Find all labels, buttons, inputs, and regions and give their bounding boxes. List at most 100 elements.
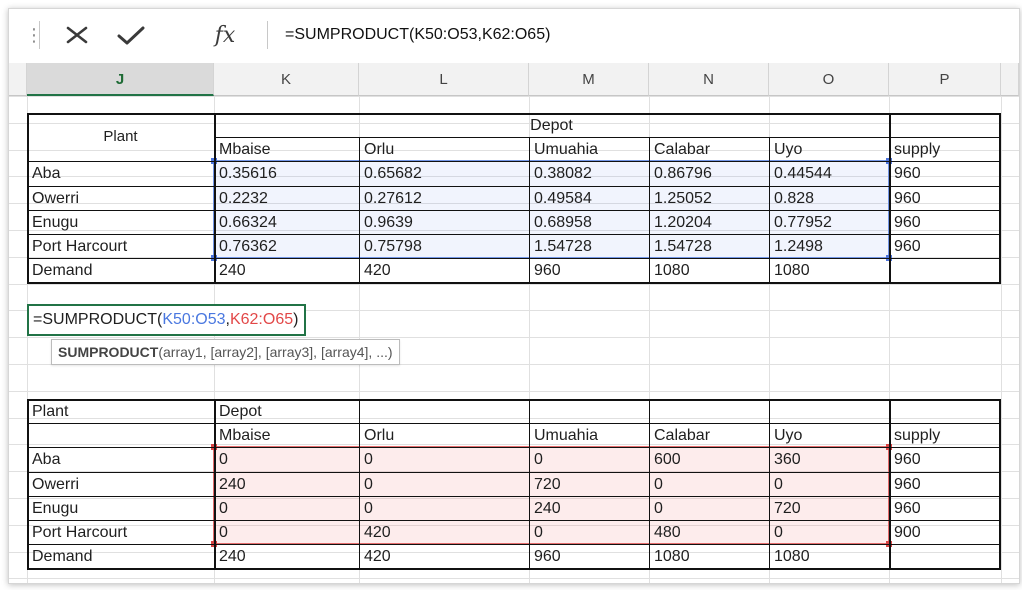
value-cell[interactable]: 0 bbox=[769, 520, 889, 546]
supply-cell[interactable]: 960 bbox=[889, 234, 1001, 260]
value-cell[interactable]: 0 bbox=[649, 472, 769, 498]
value-cell[interactable]: 480 bbox=[649, 520, 769, 546]
plant-header[interactable]: Plant bbox=[27, 124, 214, 150]
value-cell[interactable]: 0.77952 bbox=[769, 210, 889, 236]
tooltip-function-name[interactable]: SUMPRODUCT bbox=[58, 344, 158, 360]
supply-header[interactable]: supply bbox=[889, 137, 1001, 163]
demand-cell[interactable]: 240 bbox=[214, 258, 359, 284]
plant-name-cell[interactable]: Port Harcourt bbox=[27, 520, 214, 546]
depot-name-cell[interactable]: Orlu bbox=[359, 137, 529, 163]
value-cell[interactable]: 420 bbox=[359, 520, 529, 546]
demand-label[interactable]: Demand bbox=[27, 258, 214, 284]
demand-cell[interactable]: 420 bbox=[359, 544, 529, 570]
value-cell[interactable]: 0.35616 bbox=[214, 161, 359, 187]
demand-cell[interactable]: 1080 bbox=[649, 258, 769, 284]
supply-cell[interactable]: 960 bbox=[889, 210, 1001, 236]
value-cell[interactable]: 0 bbox=[529, 447, 649, 473]
value-cell[interactable]: 720 bbox=[769, 496, 889, 522]
supply-cell[interactable]: 960 bbox=[889, 161, 1001, 187]
value-cell[interactable]: 0 bbox=[769, 472, 889, 498]
depot-name-cell[interactable]: Mbaise bbox=[214, 423, 359, 449]
value-cell[interactable]: 0.76362 bbox=[214, 234, 359, 260]
value-cell[interactable]: 0 bbox=[359, 447, 529, 473]
cell-grid[interactable]: J K L M N O P Plant Depot Mbaise Orlu Umuahia Calaba… bbox=[9, 9, 1019, 583]
value-cell[interactable]: 240 bbox=[529, 496, 649, 522]
column-header-p[interactable]: P bbox=[889, 63, 1001, 96]
value-cell[interactable]: 240 bbox=[214, 472, 359, 498]
depot-name-cell[interactable]: Calabar bbox=[649, 423, 769, 449]
demand-cell[interactable]: 420 bbox=[359, 258, 529, 284]
plant-header[interactable]: Plant bbox=[27, 399, 214, 425]
function-tooltip[interactable]: SUMPRODUCT(array1, [array2], [array3], [… bbox=[51, 339, 400, 365]
value-cell[interactable]: 0 bbox=[359, 496, 529, 522]
depot-name-cell[interactable]: Orlu bbox=[359, 423, 529, 449]
value-cell[interactable]: 0 bbox=[214, 496, 359, 522]
active-cell-editor[interactable]: =SUMPRODUCT(K50:O53,K62:O65) bbox=[27, 304, 307, 336]
value-cell[interactable]: 0.65682 bbox=[359, 161, 529, 187]
range-ref-blue: K50:O53 bbox=[162, 311, 226, 328]
column-header-o[interactable]: O bbox=[769, 63, 889, 96]
value-cell[interactable]: 0.828 bbox=[769, 186, 889, 212]
value-cell[interactable]: 1.2498 bbox=[769, 234, 889, 260]
value-cell[interactable]: 600 bbox=[649, 447, 769, 473]
depot-name-cell[interactable]: Umuahia bbox=[529, 423, 649, 449]
column-header-m[interactable]: M bbox=[529, 63, 649, 96]
select-all-corner[interactable] bbox=[9, 63, 27, 96]
value-cell[interactable]: 0.75798 bbox=[359, 234, 529, 260]
supply-cell[interactable]: 960 bbox=[889, 472, 1001, 498]
gridline bbox=[9, 391, 1019, 392]
depot-name-cell[interactable]: Uyo bbox=[769, 423, 889, 449]
value-cell[interactable]: 1.20204 bbox=[649, 210, 769, 236]
demand-cell[interactable]: 960 bbox=[529, 258, 649, 284]
depot-name-cell[interactable]: Calabar bbox=[649, 137, 769, 163]
value-cell[interactable]: 720 bbox=[529, 472, 649, 498]
depot-header[interactable]: Depot bbox=[214, 399, 359, 425]
plant-name-cell[interactable]: Enugu bbox=[27, 496, 214, 522]
column-header-n[interactable]: N bbox=[649, 63, 769, 96]
value-cell[interactable]: 0.66324 bbox=[214, 210, 359, 236]
demand-cell[interactable]: 240 bbox=[214, 544, 359, 570]
demand-cell[interactable]: 1080 bbox=[649, 544, 769, 570]
value-cell[interactable]: 0.27612 bbox=[359, 186, 529, 212]
plant-name-cell[interactable]: Owerri bbox=[27, 186, 214, 212]
value-cell[interactable]: 1.25052 bbox=[649, 186, 769, 212]
value-cell[interactable]: 0.9639 bbox=[359, 210, 529, 236]
value-cell[interactable]: 0 bbox=[214, 447, 359, 473]
plant-name-cell[interactable]: Port Harcourt bbox=[27, 234, 214, 260]
value-cell[interactable]: 360 bbox=[769, 447, 889, 473]
value-cell[interactable]: 0 bbox=[529, 520, 649, 546]
plant-name-cell[interactable]: Aba bbox=[27, 447, 214, 473]
column-header-k[interactable]: K bbox=[214, 63, 359, 96]
supply-cell[interactable]: 960 bbox=[889, 186, 1001, 212]
value-cell[interactable]: 0.44544 bbox=[769, 161, 889, 187]
value-cell[interactable]: 0.86796 bbox=[649, 161, 769, 187]
plant-name-cell[interactable]: Owerri bbox=[27, 472, 214, 498]
demand-cell[interactable]: 1080 bbox=[769, 544, 889, 570]
column-header-l[interactable]: L bbox=[359, 63, 529, 96]
column-header-overflow[interactable] bbox=[1001, 63, 1019, 96]
value-cell[interactable]: 0 bbox=[214, 520, 359, 546]
plant-name-cell[interactable]: Aba bbox=[27, 161, 214, 187]
supply-cell[interactable]: 960 bbox=[889, 447, 1001, 473]
supply-cell[interactable]: 900 bbox=[889, 520, 1001, 546]
formula-suffix: ) bbox=[293, 311, 299, 328]
supply-header[interactable]: supply bbox=[889, 423, 1001, 449]
value-cell[interactable]: 0 bbox=[649, 496, 769, 522]
depot-name-cell[interactable]: Uyo bbox=[769, 137, 889, 163]
value-cell[interactable]: 0.68958 bbox=[529, 210, 649, 236]
value-cell[interactable]: 0 bbox=[359, 472, 529, 498]
depot-name-cell[interactable]: Mbaise bbox=[214, 137, 359, 163]
depot-name-cell[interactable]: Umuahia bbox=[529, 137, 649, 163]
demand-label[interactable]: Demand bbox=[27, 544, 214, 570]
depot-header[interactable]: Depot bbox=[214, 113, 889, 139]
value-cell[interactable]: 1.54728 bbox=[529, 234, 649, 260]
plant-name-cell[interactable]: Enugu bbox=[27, 210, 214, 236]
demand-cell[interactable]: 1080 bbox=[769, 258, 889, 284]
value-cell[interactable]: 0.38082 bbox=[529, 161, 649, 187]
demand-cell[interactable]: 960 bbox=[529, 544, 649, 570]
value-cell[interactable]: 1.54728 bbox=[649, 234, 769, 260]
supply-cell[interactable]: 960 bbox=[889, 496, 1001, 522]
value-cell[interactable]: 0.2232 bbox=[214, 186, 359, 212]
column-header-j[interactable]: J bbox=[27, 63, 214, 96]
value-cell[interactable]: 0.49584 bbox=[529, 186, 649, 212]
